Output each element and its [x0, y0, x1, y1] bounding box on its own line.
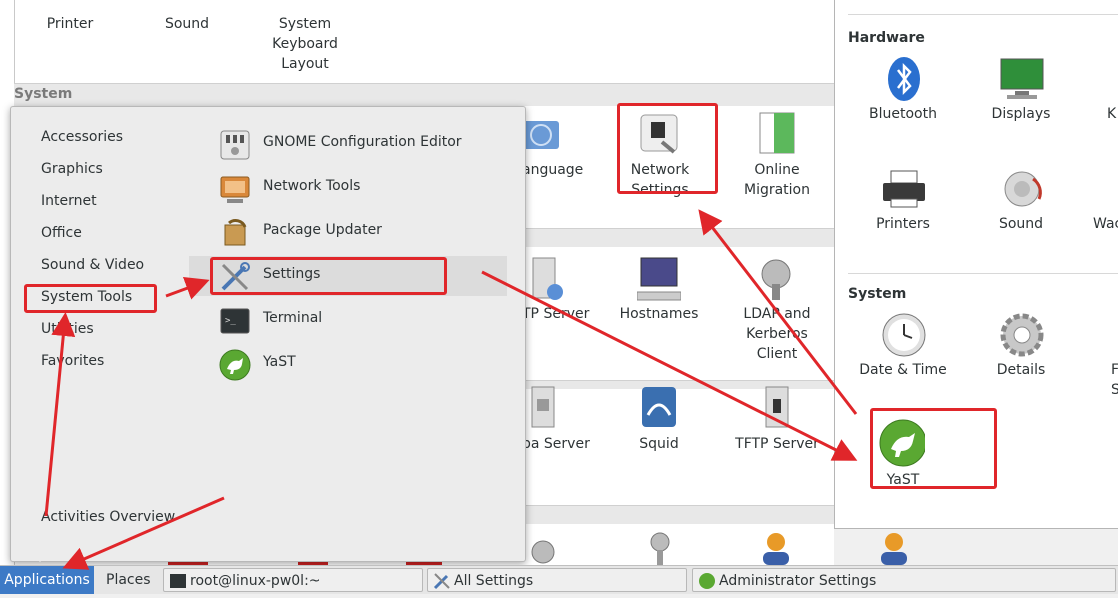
yast-icon — [698, 572, 716, 590]
menu-item-yast[interactable]: YaST — [189, 344, 507, 384]
online-migration-label-line2: Migration — [743, 182, 810, 198]
terminal-icon — [169, 572, 187, 590]
printer-item[interactable]: Printer — [30, 14, 110, 34]
key-icon — [642, 530, 678, 565]
partial-icon — [526, 538, 560, 565]
taskbar-item-administrator-settings[interactable]: Administrator Settings — [692, 568, 1116, 592]
details-label: Details — [996, 362, 1046, 378]
partial-item-line1: F — [1111, 362, 1118, 378]
menu-item-label: GNOME Configuration Editor — [263, 134, 462, 150]
printer-label: Printer — [46, 16, 94, 32]
printers-label: Printers — [876, 216, 930, 232]
user-icon — [758, 530, 794, 565]
ldap-label-line3: Client — [756, 346, 798, 362]
category-sound-video[interactable]: Sound & Video — [41, 257, 144, 273]
menu-item-label: Network Tools — [263, 178, 361, 194]
keyboard-layout-label-line3: Layout — [281, 56, 329, 72]
activities-overview[interactable]: Activities Overview — [41, 509, 175, 525]
sound-item[interactable]: Sound — [147, 14, 227, 34]
keyboard-layout-label-line1: System — [278, 16, 332, 32]
online-migration-label-line1: Online — [754, 162, 800, 178]
menu-item-terminal[interactable]: >_ Terminal — [189, 300, 507, 340]
partial-item-line2: S — [1111, 382, 1118, 398]
sound-label: Sound — [998, 216, 1044, 232]
network-tools-icon — [219, 173, 251, 205]
menu-pointer — [30, 552, 50, 562]
menu-item-gnome-configuration-editor[interactable]: GNOME Configuration Editor — [189, 124, 507, 164]
category-favorites[interactable]: Favorites — [41, 353, 104, 369]
taskbar-item-label: Administrator Settings — [719, 573, 877, 589]
hostnames-label: Hostnames — [619, 306, 699, 322]
bluetooth-icon[interactable] — [881, 56, 927, 102]
tp-server-icon[interactable] — [522, 256, 568, 302]
ldap-label-line1: LDAP and — [743, 306, 811, 322]
date-time-label: Date & Time — [859, 362, 947, 378]
taskbar-item-terminal[interactable]: root@linux-pw0l:~ — [163, 568, 423, 592]
yast-icon — [219, 349, 251, 381]
applications-button[interactable]: Applications — [0, 566, 94, 594]
settings-tools-icon — [433, 572, 451, 590]
tftp-server-icon[interactable] — [754, 385, 800, 431]
places-button[interactable]: Places — [106, 568, 151, 592]
squid-label: Squid — [639, 436, 679, 452]
displays-icon[interactable] — [999, 56, 1045, 102]
sound-label: Sound — [164, 16, 210, 32]
menu-item-package-updater[interactable]: Package Updater — [189, 212, 507, 252]
hardware-heading: Hardware — [848, 30, 925, 46]
menu-item-network-tools[interactable]: Network Tools — [189, 168, 507, 208]
svg-text:>_: >_ — [225, 316, 236, 326]
clock-icon[interactable] — [881, 312, 927, 358]
partial-item-label: F S — [1111, 360, 1118, 400]
menu-item-label: Terminal — [263, 310, 323, 326]
taskbar-item-label: All Settings — [454, 573, 534, 589]
ldap-item[interactable]: LDAP and Kerberos Client — [732, 304, 822, 364]
terminal-icon: >_ — [219, 305, 251, 337]
wacom-partial-label: Wac — [1093, 216, 1118, 232]
package-updater-icon — [219, 217, 251, 249]
keyboard-partial-label: K — [1107, 106, 1117, 122]
separator — [848, 273, 1118, 274]
menu-item-label: YaST — [263, 354, 296, 370]
system-keyboard-layout-item[interactable]: System Keyboard Layout — [255, 14, 355, 74]
taskbar: Applications Places root@linux-pw0l:~ Al… — [0, 565, 1118, 594]
online-migration-icon[interactable] — [754, 110, 800, 156]
category-internet[interactable]: Internet — [41, 193, 97, 209]
category-office[interactable]: Office — [41, 225, 82, 241]
highlight-settings — [210, 257, 447, 295]
samba-server-icon[interactable] — [520, 385, 566, 431]
system-section-label: System — [14, 86, 73, 102]
taskbar-item-all-settings[interactable]: All Settings — [427, 568, 687, 592]
sound-icon[interactable] — [999, 166, 1045, 212]
highlight-yast — [870, 408, 997, 489]
user-icon — [876, 530, 912, 565]
ldap-icon[interactable] — [754, 256, 800, 302]
category-graphics[interactable]: Graphics — [41, 161, 103, 177]
ldap-label-line2: Kerberos — [746, 326, 808, 342]
system-heading: System — [848, 286, 907, 302]
hostnames-icon[interactable] — [636, 256, 682, 302]
separator — [848, 14, 1118, 15]
displays-label: Displays — [991, 106, 1051, 122]
taskbar-item-label: root@linux-pw0l:~ — [190, 573, 321, 589]
applications-menu: Accessories Graphics Internet Office Sou… — [10, 106, 526, 562]
bluetooth-label: Bluetooth — [869, 106, 937, 122]
keyboard-layout-label-line2: Keyboard — [272, 36, 338, 52]
printers-icon[interactable] — [881, 166, 927, 212]
highlight-system-tools — [24, 284, 157, 313]
gear-icon[interactable] — [999, 312, 1045, 358]
squid-icon[interactable] — [636, 385, 682, 431]
category-accessories[interactable]: Accessories — [41, 129, 123, 145]
tftp-server-label: TFTP Server — [735, 436, 819, 452]
highlight-network-settings — [617, 103, 718, 194]
gconf-editor-icon — [219, 129, 251, 161]
online-migration-item[interactable]: Online Migration — [732, 160, 822, 200]
menu-item-label: Package Updater — [263, 222, 382, 238]
category-utilities[interactable]: Utilities — [41, 321, 94, 337]
